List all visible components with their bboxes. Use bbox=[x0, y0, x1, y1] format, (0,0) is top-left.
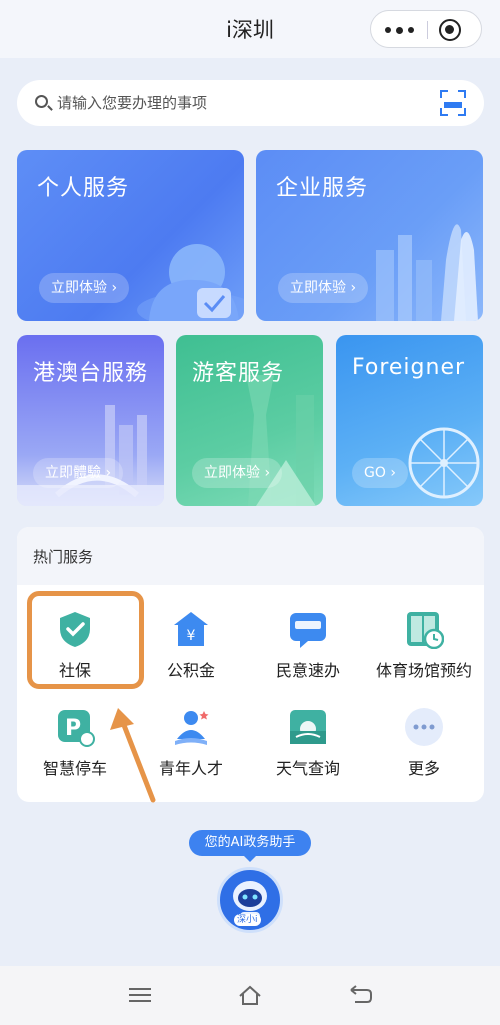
search-bar[interactable] bbox=[17, 80, 484, 126]
i-shenzhen-chat-icon bbox=[288, 609, 328, 649]
business-services-card[interactable]: 企业服务 立即体验 › bbox=[256, 150, 483, 321]
foreigner-services-go-button[interactable]: GO › bbox=[352, 458, 408, 488]
mini-program-capsule bbox=[370, 10, 482, 48]
parking-icon: P bbox=[55, 707, 95, 747]
hot-services-title: 热门服务 bbox=[17, 527, 484, 585]
service-label: 天气查询 bbox=[275, 759, 340, 778]
service-more[interactable]: 更多 bbox=[366, 707, 482, 779]
more-dots-icon[interactable] bbox=[371, 11, 427, 49]
hmt-services-title: 港澳台服務 bbox=[33, 361, 149, 386]
youth-talent-icon bbox=[171, 707, 211, 747]
search-input[interactable] bbox=[57, 88, 417, 118]
service-weather[interactable]: 天气查询 bbox=[250, 707, 366, 779]
hmt-services-try-button[interactable]: 立即體驗 › bbox=[33, 458, 124, 488]
personal-services-title: 个人服务 bbox=[37, 176, 130, 201]
search-icon bbox=[35, 95, 48, 108]
business-services-title: 企业服务 bbox=[276, 176, 369, 201]
service-public-opinion[interactable]: 民意速办 bbox=[250, 609, 366, 681]
tourist-services-title: 游客服务 bbox=[192, 361, 285, 386]
back-icon[interactable] bbox=[347, 984, 373, 1006]
hmt-services-card[interactable]: 港澳台服務 立即體驗 › bbox=[17, 335, 164, 506]
housing-fund-icon: ¥ bbox=[171, 609, 211, 649]
personal-services-try-button[interactable]: 立即体验 › bbox=[39, 273, 130, 303]
target-close-icon[interactable] bbox=[439, 19, 461, 41]
service-label: 更多 bbox=[407, 759, 440, 778]
home-icon[interactable] bbox=[237, 984, 263, 1006]
personal-services-card[interactable]: 个人服务 立即体验 › bbox=[17, 150, 244, 321]
more-icon bbox=[404, 707, 444, 747]
service-label: 民意速办 bbox=[275, 661, 340, 680]
capsule-divider bbox=[427, 21, 428, 39]
business-services-try-button[interactable]: 立即体验 › bbox=[278, 273, 369, 303]
service-label: 体育场馆预约 bbox=[375, 661, 472, 680]
service-housing-fund[interactable]: ¥ 公积金 bbox=[133, 609, 249, 681]
ai-assistant-badge: 深小i bbox=[234, 914, 261, 926]
svg-text:P: P bbox=[65, 716, 81, 741]
weather-icon bbox=[288, 707, 328, 747]
ai-assistant-bubble[interactable]: 您的AI政务助手 bbox=[189, 830, 311, 862]
stadium-clock-icon bbox=[404, 609, 445, 650]
foreigner-services-title: Foreigner bbox=[352, 355, 466, 380]
title-bar: i深圳 bbox=[0, 0, 500, 58]
menu-icon[interactable] bbox=[127, 984, 153, 1006]
highlight-box bbox=[27, 591, 144, 689]
system-nav-bar bbox=[0, 966, 500, 1025]
pointer-arrow-icon bbox=[110, 708, 156, 803]
foreigner-services-card[interactable]: Foreigner GO › bbox=[336, 335, 483, 506]
ai-assistant-robot-icon[interactable]: 深小i bbox=[217, 867, 283, 933]
tourist-services-card[interactable]: 游客服务 立即体验 › bbox=[176, 335, 323, 506]
service-stadium-booking[interactable]: 体育场馆预约 bbox=[366, 609, 482, 681]
svg-text:¥: ¥ bbox=[187, 628, 196, 644]
tourist-services-try-button[interactable]: 立即体验 › bbox=[192, 458, 283, 488]
service-label: 公积金 bbox=[166, 661, 215, 680]
scan-icon[interactable] bbox=[440, 90, 466, 116]
